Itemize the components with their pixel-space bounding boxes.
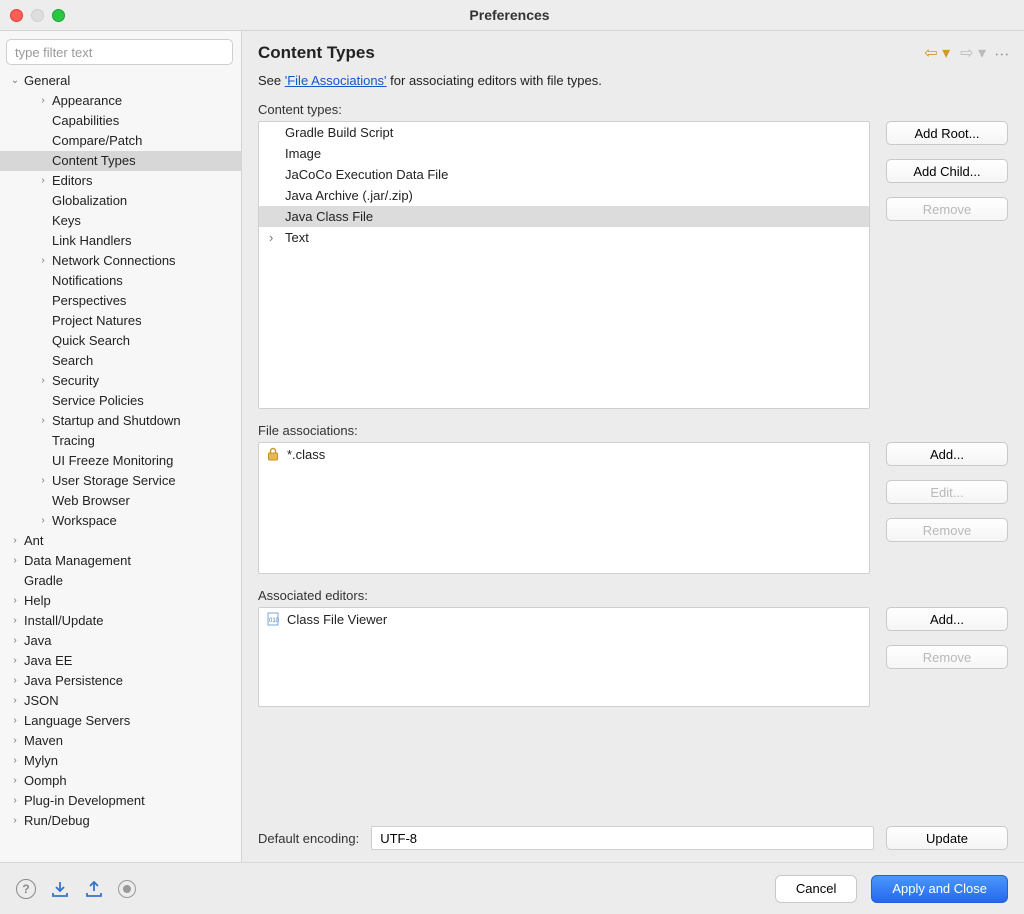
tree-item-language-servers[interactable]: ›Language Servers — [0, 711, 241, 731]
apply-close-button[interactable]: Apply and Close — [871, 875, 1008, 903]
filter-input[interactable] — [6, 39, 233, 65]
tree-item-perspectives[interactable]: ›Perspectives — [0, 291, 241, 311]
svg-text:010: 010 — [269, 618, 280, 624]
tree-item-appearance[interactable]: ›Appearance — [0, 91, 241, 111]
cancel-button[interactable]: Cancel — [775, 875, 857, 903]
fa-item-class[interactable]: *.class — [259, 443, 869, 465]
tree-item-web-browser[interactable]: ›Web Browser — [0, 491, 241, 511]
tree-item-gradle[interactable]: ›Gradle — [0, 571, 241, 591]
nav-back-icon[interactable]: ⇦ ▾ — [924, 43, 950, 63]
page-title: Content Types — [258, 43, 375, 63]
associated-editors-list[interactable]: 010 Class File Viewer — [258, 607, 870, 707]
main-split: ⌄General ›Appearance ›Capabilities ›Comp… — [0, 30, 1024, 862]
export-icon[interactable] — [84, 880, 104, 898]
edit-association-button: Edit... — [886, 480, 1008, 504]
file-associations-label: File associations: — [258, 423, 1008, 438]
ct-item-gradle[interactable]: Gradle Build Script — [259, 122, 869, 143]
tree-item-quick-search[interactable]: ›Quick Search — [0, 331, 241, 351]
add-editor-button[interactable]: Add... — [886, 607, 1008, 631]
sidebar: ⌄General ›Appearance ›Capabilities ›Comp… — [0, 31, 242, 862]
tree-item-mylyn[interactable]: ›Mylyn — [0, 751, 241, 771]
file-associations-buttons: Add... Edit... Remove — [886, 442, 1008, 574]
tree-item-user-storage[interactable]: ›User Storage Service — [0, 471, 241, 491]
tree-item-java-persistence[interactable]: ›Java Persistence — [0, 671, 241, 691]
tree-item-project-natures[interactable]: ›Project Natures — [0, 311, 241, 331]
content-types-block: Gradle Build Script Image JaCoCo Executi… — [258, 121, 1008, 409]
help-icon[interactable]: ? — [16, 879, 36, 899]
tree-item-java[interactable]: ›Java — [0, 631, 241, 651]
associated-editors-label: Associated editors: — [258, 588, 1008, 603]
ct-item-classfile[interactable]: Java Class File — [259, 206, 869, 227]
import-icon[interactable] — [50, 880, 70, 898]
update-encoding-button[interactable]: Update — [886, 826, 1008, 850]
content-types-buttons: Add Root... Add Child... Remove — [886, 121, 1008, 409]
tree-item-ui-freeze[interactable]: ›UI Freeze Monitoring — [0, 451, 241, 471]
tree-item-ant[interactable]: ›Ant — [0, 531, 241, 551]
header-nav: ⇦ ▾ ⇨ ▾ ⋮ — [924, 43, 1008, 63]
nav-forward-icon[interactable]: ⇨ ▾ — [960, 43, 986, 63]
content-types-list[interactable]: Gradle Build Script Image JaCoCo Executi… — [258, 121, 870, 409]
tree-item-startup[interactable]: ›Startup and Shutdown — [0, 411, 241, 431]
tree-item-editors[interactable]: ›Editors — [0, 171, 241, 191]
add-association-button[interactable]: Add... — [886, 442, 1008, 466]
filter-wrapper — [6, 39, 233, 65]
file-associations-block: *.class Add... Edit... Remove — [258, 442, 1008, 574]
tree-item-notifications[interactable]: ›Notifications — [0, 271, 241, 291]
editor-item-classviewer[interactable]: 010 Class File Viewer — [259, 608, 869, 630]
tree-item-capabilities[interactable]: ›Capabilities — [0, 111, 241, 131]
content-body: See 'File Associations' for associating … — [242, 73, 1024, 862]
oomph-icon[interactable] — [118, 880, 136, 898]
lock-icon — [265, 446, 281, 462]
tree-item-service-policies[interactable]: ›Service Policies — [0, 391, 241, 411]
tree-item-general[interactable]: ⌄General — [0, 71, 241, 91]
tree-item-link-handlers[interactable]: ›Link Handlers — [0, 231, 241, 251]
tree-item-plugin-dev[interactable]: ›Plug-in Development — [0, 791, 241, 811]
ct-item-jacoco[interactable]: JaCoCo Execution Data File — [259, 164, 869, 185]
tree-item-data-management[interactable]: ›Data Management — [0, 551, 241, 571]
file-icon: 010 — [265, 611, 281, 627]
tree-item-install-update[interactable]: ›Install/Update — [0, 611, 241, 631]
tree-item-oomph[interactable]: ›Oomph — [0, 771, 241, 791]
associated-editors-buttons: Add... Remove — [886, 607, 1008, 707]
encoding-label: Default encoding: — [258, 831, 359, 846]
preferences-tree[interactable]: ⌄General ›Appearance ›Capabilities ›Comp… — [0, 71, 241, 854]
tree-item-search[interactable]: ›Search — [0, 351, 241, 371]
tree-item-globalization[interactable]: ›Globalization — [0, 191, 241, 211]
tree-item-compare-patch[interactable]: ›Compare/Patch — [0, 131, 241, 151]
encoding-row: Default encoding: Update — [258, 814, 1008, 850]
file-associations-list[interactable]: *.class — [258, 442, 870, 574]
add-root-button[interactable]: Add Root... — [886, 121, 1008, 145]
content-panel: Content Types ⇦ ▾ ⇨ ▾ ⋮ See 'File Associ… — [242, 31, 1024, 862]
view-menu-icon[interactable]: ⋮ — [994, 47, 1011, 59]
file-associations-link[interactable]: 'File Associations' — [285, 73, 387, 88]
ct-item-text[interactable]: Text — [259, 227, 869, 248]
tree-item-tracing[interactable]: ›Tracing — [0, 431, 241, 451]
ct-item-image[interactable]: Image — [259, 143, 869, 164]
associated-editors-block: 010 Class File Viewer Add... Remove — [258, 607, 1008, 707]
titlebar: Preferences — [0, 0, 1024, 30]
tree-item-run-debug[interactable]: ›Run/Debug — [0, 811, 241, 831]
tree-item-maven[interactable]: ›Maven — [0, 731, 241, 751]
ct-item-archive[interactable]: Java Archive (.jar/.zip) — [259, 185, 869, 206]
tree-item-help[interactable]: ›Help — [0, 591, 241, 611]
remove-content-type-button: Remove — [886, 197, 1008, 221]
footer-icons: ? — [16, 879, 136, 899]
tree-item-json[interactable]: ›JSON — [0, 691, 241, 711]
encoding-input[interactable] — [371, 826, 874, 850]
tree-item-security[interactable]: ›Security — [0, 371, 241, 391]
remove-editor-button: Remove — [886, 645, 1008, 669]
remove-association-button: Remove — [886, 518, 1008, 542]
window-title: Preferences — [5, 7, 1014, 23]
tree-item-workspace[interactable]: ›Workspace — [0, 511, 241, 531]
tree-item-keys[interactable]: ›Keys — [0, 211, 241, 231]
tree-item-network[interactable]: ›Network Connections — [0, 251, 241, 271]
content-types-label: Content types: — [258, 102, 1008, 117]
add-child-button[interactable]: Add Child... — [886, 159, 1008, 183]
tree-item-content-types[interactable]: ›Content Types — [0, 151, 241, 171]
tree-item-java-ee[interactable]: ›Java EE — [0, 651, 241, 671]
content-header: Content Types ⇦ ▾ ⇨ ▾ ⋮ — [242, 31, 1024, 73]
footer: ? Cancel Apply and Close — [0, 862, 1024, 914]
intro-text: See 'File Associations' for associating … — [258, 73, 1008, 88]
